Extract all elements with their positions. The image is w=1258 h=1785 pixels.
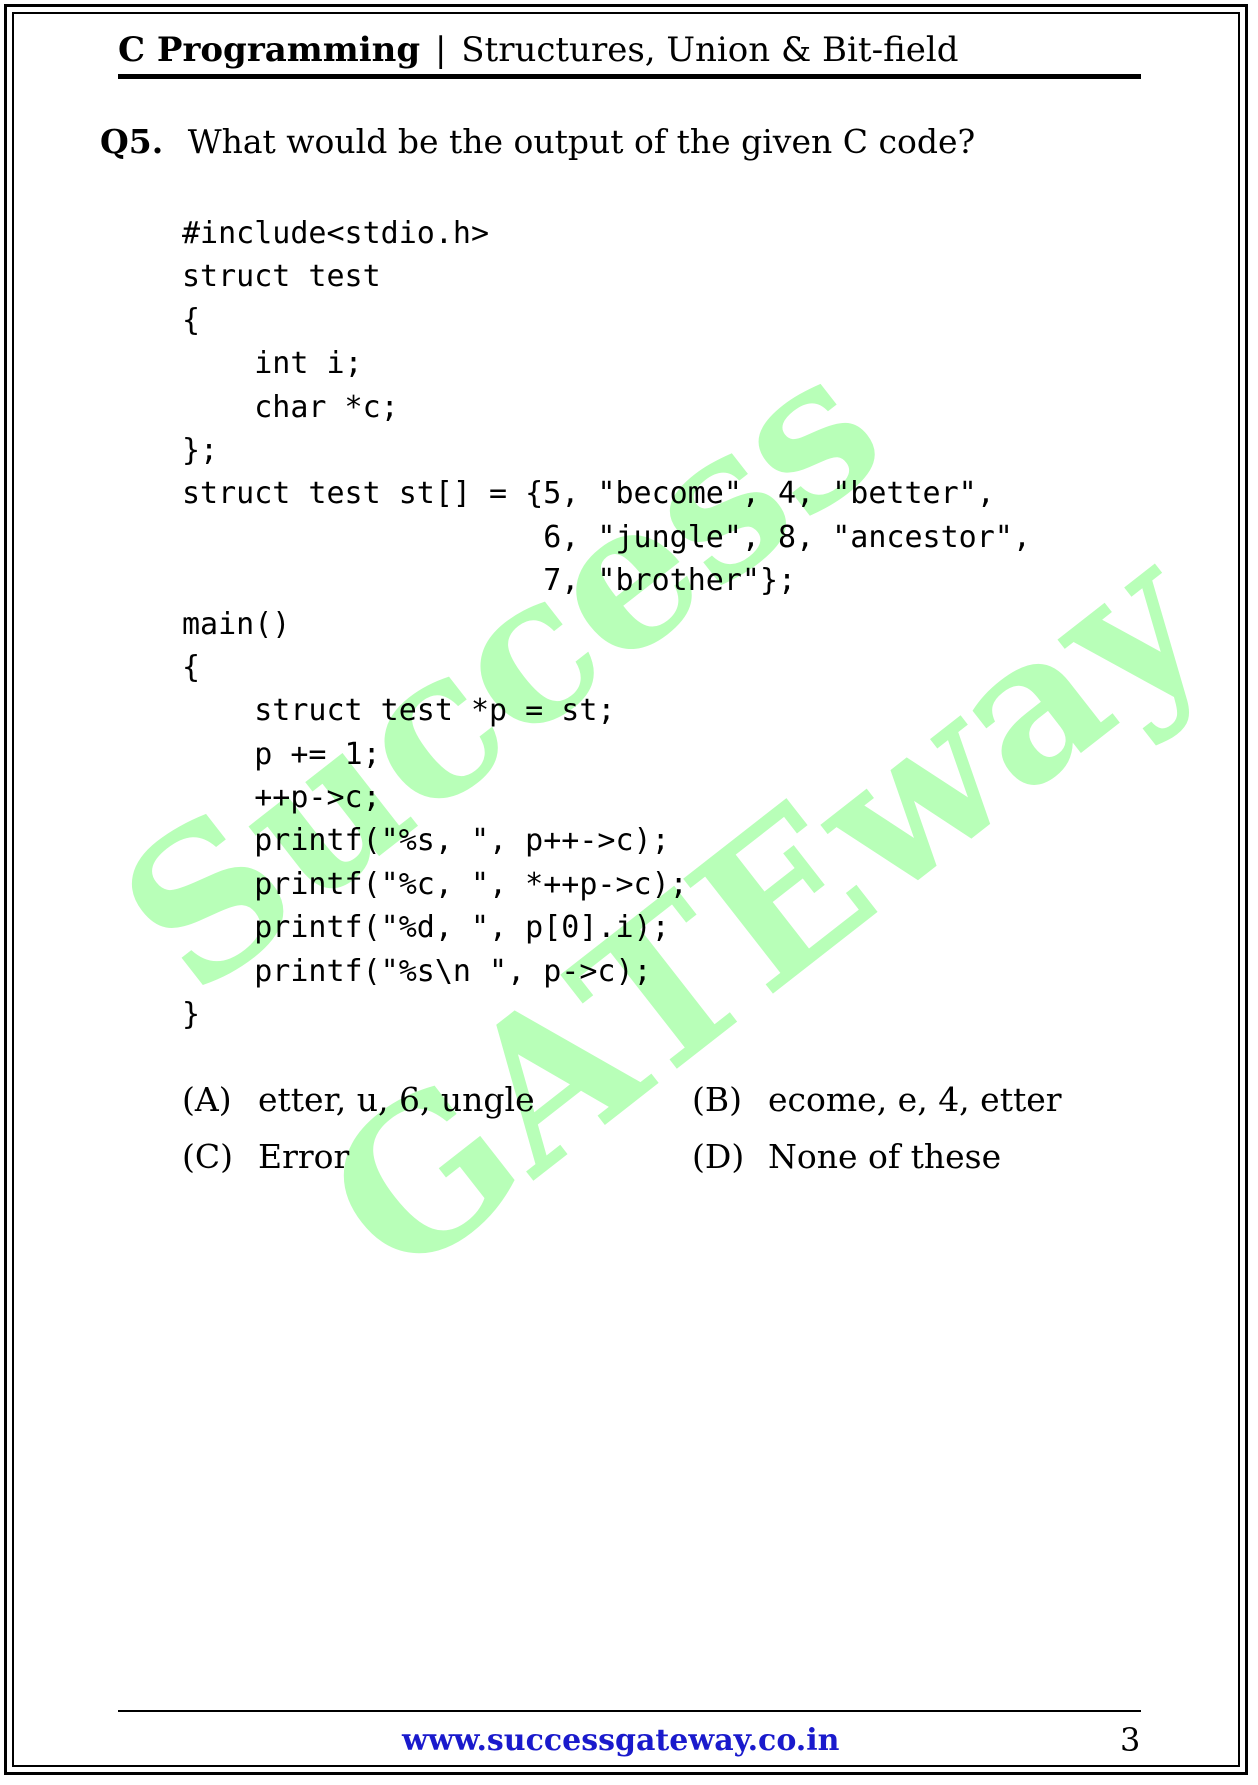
header-topic: Structures, Union & Bit-field (461, 30, 959, 70)
code-line: printf("%d, ", p[0].i); (182, 910, 670, 946)
code-line: } (182, 997, 201, 1033)
option-label: (D) (692, 1137, 745, 1176)
footer-website-link[interactable]: www.successgateway.co.in (402, 1723, 839, 1758)
question: Q5. What would be the output of the give… (100, 122, 975, 161)
code-line: char *c; (182, 389, 399, 425)
option-a[interactable]: (A) etter, u, 6, ungle (182, 1080, 535, 1119)
code-line: #include<stdio.h> (182, 216, 490, 251)
code-block: #include<stdio.h> struct test { int i; cha… (182, 212, 1031, 1036)
option-label: (A) (182, 1080, 232, 1119)
code-line: struct test *p = st; (182, 693, 616, 729)
code-line: p += 1; (182, 736, 381, 772)
code-line: main() (182, 606, 291, 642)
option-text: etter, u, 6, ungle (258, 1080, 535, 1119)
option-c[interactable]: (C) Error (182, 1137, 349, 1176)
code-line: 7, "brother"}; (182, 563, 797, 599)
code-line: printf("%s, ", p++->c); (182, 823, 670, 859)
code-line: struct test (182, 259, 381, 295)
code-line: printf("%s\n ", p->c); (182, 953, 652, 989)
page-number: 3 (1120, 1721, 1141, 1759)
code-line: { (182, 302, 201, 338)
page-header: C Programming | Structures, Union & Bit-… (118, 30, 959, 70)
code-line: { (182, 649, 201, 685)
footer-rule (118, 1710, 1141, 1712)
question-number: Q5. (100, 122, 164, 161)
option-b[interactable]: (B) ecome, e, 4, etter (692, 1080, 1062, 1119)
header-rule (118, 74, 1141, 79)
option-label: (B) (692, 1080, 742, 1119)
code-line: struct test st[] = {5, "become", 4, "bet… (182, 476, 995, 512)
question-text: What would be the output of the given C … (187, 122, 976, 161)
code-line: 6, "jungle", 8, "ancestor", (182, 519, 1031, 555)
code-line: int i; (182, 346, 363, 382)
option-text: None of these (768, 1137, 1002, 1176)
option-d[interactable]: (D) None of these (692, 1137, 1001, 1176)
code-line: printf("%c, ", *++p->c); (182, 866, 688, 902)
code-line: ++p->c; (182, 780, 381, 816)
code-line: }; (182, 432, 219, 468)
option-text: Error (258, 1137, 350, 1176)
option-text: ecome, e, 4, etter (768, 1080, 1062, 1119)
header-subject: C Programming (118, 30, 421, 70)
option-label: (C) (182, 1137, 233, 1176)
header-separator: | (434, 30, 447, 70)
